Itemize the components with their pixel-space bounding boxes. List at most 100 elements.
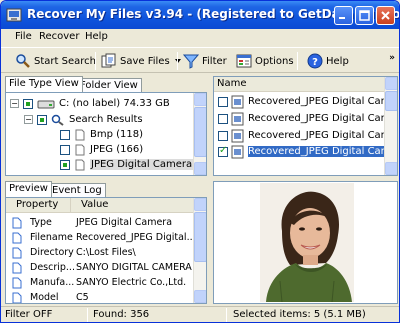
jpeg-file-icon xyxy=(231,145,244,158)
tab-preview[interactable]: Preview xyxy=(5,181,52,197)
tab-folder-view[interactable]: Folder View xyxy=(76,78,142,92)
column-header-value[interactable]: Value xyxy=(70,198,194,213)
help-button[interactable]: ? Help xyxy=(307,52,349,70)
tree-item-bmp[interactable]: Bmp (118) xyxy=(60,128,143,141)
options-icon xyxy=(236,54,252,68)
tree-label: Search Results xyxy=(69,114,143,125)
document-icon xyxy=(12,217,22,229)
title-bar[interactable]: Recover My Files v3.94 - (Registered to … xyxy=(1,1,399,29)
save-files-button[interactable]: Save Files xyxy=(101,52,185,70)
filter-label: Filter xyxy=(202,55,227,67)
property-value: Recovered_JPEG Digital... xyxy=(76,232,196,243)
toolbar-separator xyxy=(177,52,178,70)
start-search-button[interactable]: Start Search xyxy=(15,52,96,70)
maximize-button[interactable] xyxy=(355,6,374,25)
file-type-icon xyxy=(75,144,85,155)
file-checkbox[interactable] xyxy=(218,130,228,141)
file-checkbox[interactable] xyxy=(218,113,228,124)
close-button[interactable] xyxy=(376,6,395,25)
scroll-down-button[interactable] xyxy=(385,162,397,175)
file-type-tree[interactable]: − C: (no label) 74.33 GB − Search Result… xyxy=(5,92,207,176)
tree-label: C: (no label) 74.33 GB xyxy=(59,98,170,109)
tree-label: Bmp (118) xyxy=(90,129,144,140)
scroll-up-button[interactable] xyxy=(194,93,206,106)
menu-recover[interactable]: Recover xyxy=(39,31,79,42)
tree-checkbox[interactable] xyxy=(37,114,47,125)
minimize-icon xyxy=(339,17,345,19)
property-name: Manufa... xyxy=(30,277,75,288)
tree-item-drive[interactable]: − C: (no label) 74.33 GB xyxy=(10,97,170,110)
collapse-toggle[interactable]: − xyxy=(24,115,33,124)
scroll-thumb[interactable] xyxy=(194,212,206,262)
options-label: Options xyxy=(255,55,294,67)
tree-scrollbar[interactable] xyxy=(193,93,206,175)
toolbar-separator xyxy=(297,52,298,70)
properties-panel[interactable]: Property Value Type JPEG Digital Camera … xyxy=(5,197,207,304)
status-separator xyxy=(226,308,227,322)
jpeg-file-icon xyxy=(231,129,244,142)
tree-label: JPEG (166) xyxy=(90,144,144,155)
file-name: Recovered_JPEG Digital Camera xyxy=(248,96,398,107)
property-name: Filename xyxy=(30,232,73,243)
scroll-up-button[interactable] xyxy=(194,198,206,211)
filter-icon xyxy=(183,54,199,69)
file-checkbox[interactable] xyxy=(218,145,228,157)
property-name: Directory xyxy=(30,247,74,258)
file-list-scrollbar[interactable] xyxy=(384,77,397,175)
collapse-toggle[interactable]: − xyxy=(10,99,19,108)
toolbar-overflow-button[interactable]: » xyxy=(389,53,395,63)
file-checkbox[interactable] xyxy=(218,96,228,107)
file-row[interactable]: Recovered_JPEG Digital Camera xyxy=(214,94,398,109)
tree-checkbox[interactable] xyxy=(60,129,70,140)
status-filter: Filter OFF xyxy=(5,309,53,320)
property-name: Type xyxy=(30,217,52,228)
document-icon xyxy=(12,262,22,274)
file-name: Recovered_JPEG Digital Camera xyxy=(248,130,398,141)
save-files-label: Save Files xyxy=(120,55,170,67)
tab-event-log[interactable]: Event Log xyxy=(48,183,106,197)
file-row-selected[interactable]: Recovered_JPEG Digital Camera xyxy=(214,144,397,159)
tree-checkbox[interactable] xyxy=(60,159,70,170)
status-selected: Selected items: 5 (5.1 MB) xyxy=(233,309,366,320)
options-button[interactable]: Options xyxy=(236,52,294,70)
column-header-property[interactable]: Property xyxy=(6,198,70,213)
svg-text:?: ? xyxy=(312,57,318,68)
file-name: Recovered_JPEG Digital Camera xyxy=(248,113,398,124)
menu-bar: File Recover Help xyxy=(1,29,399,46)
tree-checkbox[interactable] xyxy=(60,144,70,155)
tree-item-search-results[interactable]: − Search Results xyxy=(24,113,143,126)
scroll-down-button[interactable] xyxy=(194,290,206,303)
tree-item-jpeg[interactable]: JPEG (166) xyxy=(60,143,143,156)
scroll-up-button[interactable] xyxy=(385,77,397,90)
search-icon xyxy=(16,54,30,68)
drive-icon xyxy=(37,100,55,108)
property-value: C:\Lost Files\ xyxy=(76,247,136,258)
image-preview-panel xyxy=(213,181,398,304)
file-row[interactable]: Recovered_JPEG Digital Camera xyxy=(214,111,398,126)
properties-scrollbar[interactable] xyxy=(193,198,206,303)
preview-photo xyxy=(260,183,354,302)
property-value: SANYO DIGITAL CAMERA xyxy=(76,262,192,273)
app-window: Recover My Files v3.94 - (Registered to … xyxy=(0,0,400,323)
scroll-thumb[interactable] xyxy=(194,107,206,157)
file-list[interactable]: Name Recovered_JPEG Digital Camera Recov… xyxy=(213,76,398,176)
document-icon xyxy=(12,277,22,289)
file-row[interactable]: Recovered_JPEG Digital Camera xyxy=(214,128,398,143)
app-icon xyxy=(6,8,22,22)
filter-button[interactable]: Filter xyxy=(183,52,227,70)
maximize-icon xyxy=(359,10,370,21)
tree-item-jpeg-digital-camera[interactable]: JPEG Digital Camera... xyxy=(60,158,203,171)
menu-file[interactable]: File xyxy=(15,31,32,42)
column-header-name[interactable]: Name xyxy=(214,77,384,92)
property-value: C5 xyxy=(76,292,89,303)
file-type-icon xyxy=(75,159,85,170)
menu-help[interactable]: Help xyxy=(85,31,108,42)
scroll-down-button[interactable] xyxy=(194,162,206,175)
tree-checkbox[interactable] xyxy=(23,98,33,109)
property-name: Descrip... xyxy=(30,262,75,273)
property-name: Model xyxy=(30,292,59,303)
minimize-button[interactable] xyxy=(334,6,353,25)
scroll-thumb[interactable] xyxy=(385,91,397,111)
tab-file-type-view[interactable]: File Type View xyxy=(5,76,83,92)
status-separator xyxy=(87,308,88,322)
